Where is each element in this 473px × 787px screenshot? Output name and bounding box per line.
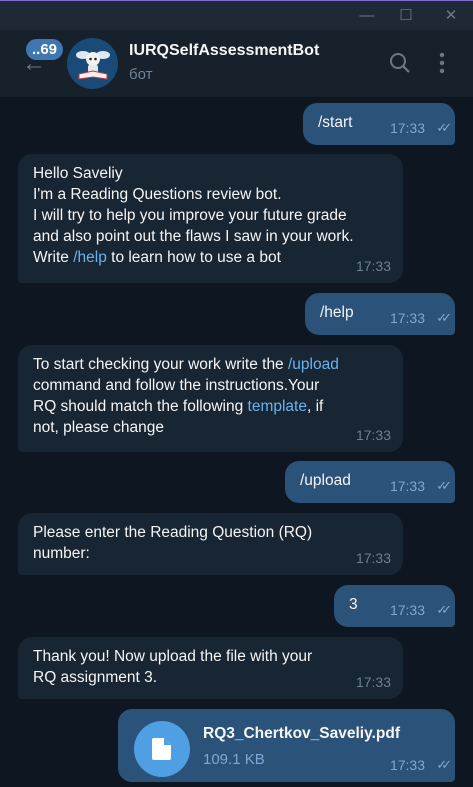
message-line: I will try to help you improve your futu… [33, 207, 347, 224]
message-incoming[interactable]: Please enter the Reading Question (RQ) n… [18, 513, 403, 575]
message-line: I'm a Reading Questions review bot. [33, 186, 282, 203]
chat-subtitle: бот [129, 66, 153, 83]
template-link[interactable]: template [248, 398, 307, 415]
double-check-icon: ✓✓ [436, 478, 452, 493]
document-icon[interactable] [134, 721, 190, 777]
message-text: /help [320, 304, 354, 321]
message-incoming[interactable]: To start checking your work write the /u… [18, 345, 403, 452]
message-text: to learn how to use a bot [106, 249, 281, 266]
message-text: To start checking your work write the [33, 356, 288, 373]
message-time: 17:33 [389, 120, 425, 136]
double-check-icon: ✓✓ [436, 602, 452, 617]
message-text: 3 [349, 596, 358, 613]
message-text: Write [33, 249, 74, 266]
message-time: 17:33 [355, 258, 391, 274]
chat-header: ← ..69 IURQSelfAssessmentBot бот [0, 30, 473, 97]
message-text: Thank you! Now upload the file with your… [33, 648, 313, 686]
double-check-icon: ✓✓ [436, 310, 452, 325]
maximize-button[interactable]: ☐ [394, 5, 418, 27]
message-outgoing[interactable]: /start 17:33 ✓✓ [303, 103, 455, 145]
search-icon[interactable] [389, 52, 411, 79]
message-time: 17:33 [355, 550, 391, 566]
double-check-icon: ✓✓ [436, 120, 452, 135]
robot-reading-icon [75, 50, 110, 80]
message-text: /upload [300, 472, 351, 489]
close-button[interactable]: ✕ [439, 5, 463, 27]
file-size: 109.1 KB [203, 751, 265, 768]
message-time: 17:33 [355, 427, 391, 443]
more-options-icon[interactable] [438, 52, 446, 79]
file-message[interactable]: RQ3_Chertkov_Saveliy.pdf 109.1 KB 17:33 … [118, 709, 455, 782]
message-time: 17:33 [389, 478, 425, 494]
message-incoming[interactable]: Thank you! Now upload the file with your… [18, 637, 403, 699]
help-command-link[interactable]: /help [73, 249, 107, 266]
message-time: 17:33 [389, 310, 425, 326]
chat-title[interactable]: IURQSelfAssessmentBot [129, 42, 319, 60]
message-time: 17:33 [389, 757, 425, 773]
message-text: Please enter the Reading Question (RQ) n… [33, 524, 313, 562]
unread-badge: ..69 [26, 39, 64, 60]
minimize-button[interactable]: — [355, 5, 379, 27]
message-text: /start [318, 114, 353, 131]
upload-command-link[interactable]: /upload [288, 356, 339, 373]
message-outgoing[interactable]: 3 17:33 ✓✓ [334, 585, 455, 627]
message-incoming[interactable]: Hello Saveliy I'm a Reading Questions re… [18, 154, 403, 283]
bot-avatar[interactable] [67, 38, 118, 89]
window-titlebar: — ☐ ✕ [0, 0, 473, 30]
message-line: and also point out the flaws I saw in yo… [33, 228, 354, 245]
message-outgoing[interactable]: /help 17:33 ✓✓ [305, 293, 455, 335]
message-line: Hello Saveliy [33, 165, 123, 182]
file-name[interactable]: RQ3_Chertkov_Saveliy.pdf [203, 723, 400, 744]
message-time: 17:33 [389, 602, 425, 618]
message-outgoing[interactable]: /upload 17:33 ✓✓ [285, 461, 455, 503]
double-check-icon: ✓✓ [436, 757, 452, 772]
message-time: 17:33 [355, 674, 391, 690]
